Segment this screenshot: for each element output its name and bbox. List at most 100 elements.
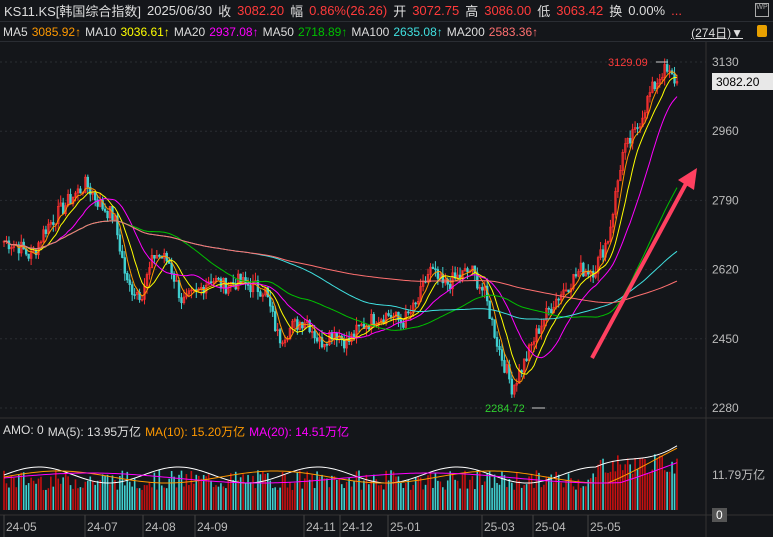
candle-body bbox=[44, 229, 48, 234]
volume-bar bbox=[503, 475, 506, 510]
volume-bar bbox=[456, 480, 459, 510]
volume-bar bbox=[237, 480, 239, 510]
amo-zero-label: 0 bbox=[712, 508, 727, 522]
month-label: 24-08 bbox=[145, 520, 176, 534]
candle-body bbox=[170, 263, 173, 274]
volume-bar bbox=[59, 483, 62, 510]
volume-bar bbox=[67, 476, 69, 510]
volume-bar bbox=[37, 478, 40, 510]
volume-bar bbox=[318, 476, 321, 510]
volume-bar bbox=[296, 472, 299, 510]
volume-bar bbox=[385, 470, 387, 510]
candle-body bbox=[52, 222, 55, 225]
volume-bar bbox=[629, 464, 631, 510]
volume-bar bbox=[540, 487, 543, 510]
price-axis-label: 2790 bbox=[712, 193, 739, 207]
volume-bar bbox=[496, 482, 498, 510]
candle-body bbox=[106, 210, 109, 219]
volume-bar bbox=[444, 489, 447, 510]
volume-bar bbox=[666, 471, 668, 510]
volume-bar bbox=[602, 458, 604, 510]
volume-bar bbox=[476, 470, 479, 510]
candle-body bbox=[123, 257, 126, 274]
month-label: 24-05 bbox=[6, 520, 37, 534]
volume-bar bbox=[183, 486, 185, 510]
volume-bar bbox=[370, 480, 373, 510]
candle-body bbox=[357, 324, 361, 327]
volume-bar bbox=[217, 486, 220, 510]
candle-body bbox=[315, 337, 319, 342]
volume-bar bbox=[13, 477, 15, 510]
volume-bar bbox=[266, 473, 269, 510]
volume-bar bbox=[40, 476, 42, 510]
volume-bar bbox=[42, 489, 45, 510]
volume-bar bbox=[390, 470, 392, 510]
amo-legend: AMO: 0 MA(5): 13.95万亿 MA(10): 15.20万亿 MA… bbox=[3, 423, 349, 440]
volume-bar bbox=[587, 479, 590, 510]
volume-bar bbox=[525, 484, 528, 510]
candle-body bbox=[153, 254, 156, 259]
volume-bar bbox=[333, 476, 336, 510]
price-axis-label: 2620 bbox=[712, 263, 739, 277]
volume-bar bbox=[437, 480, 439, 510]
volume-bar bbox=[276, 489, 279, 510]
candle-body bbox=[325, 343, 329, 346]
kline-chart[interactable]: 3130 2960 2790 2620 2450 2280 3129.09 2284.72 30… bbox=[0, 0, 773, 537]
candle-body bbox=[525, 358, 528, 361]
volume-bar bbox=[178, 474, 180, 510]
candle-body bbox=[557, 298, 560, 301]
max-price-label: 3129.09 bbox=[608, 57, 648, 69]
volume-bar bbox=[464, 470, 466, 510]
candle-body bbox=[495, 337, 499, 347]
candle-body bbox=[301, 322, 304, 329]
candle-body bbox=[118, 234, 122, 252]
volume-bar bbox=[22, 472, 25, 510]
volume-bar bbox=[626, 458, 629, 510]
volume-bar bbox=[508, 479, 511, 510]
candle-body bbox=[27, 253, 30, 259]
volume-bar bbox=[200, 478, 203, 510]
volume-bar bbox=[87, 480, 89, 510]
amo-label: AMO: 0 bbox=[3, 423, 44, 437]
volume-bar bbox=[646, 473, 649, 510]
volume-bar bbox=[156, 489, 158, 510]
volume-bar bbox=[350, 486, 353, 510]
volume-bar bbox=[210, 480, 212, 510]
volume-bar bbox=[434, 473, 437, 510]
volume-bar bbox=[106, 474, 109, 510]
volume-bar bbox=[442, 487, 444, 510]
volume-bar bbox=[247, 474, 249, 510]
volume-bar bbox=[612, 460, 614, 510]
volume-bar bbox=[222, 486, 225, 510]
volume-bar bbox=[545, 477, 548, 510]
volume-bar bbox=[205, 476, 207, 510]
volume-bar bbox=[486, 473, 488, 510]
volume-bar bbox=[405, 482, 407, 510]
candle-body bbox=[481, 287, 484, 291]
candle-body bbox=[466, 268, 469, 272]
volume-bar bbox=[96, 480, 99, 510]
volume-bar bbox=[459, 488, 461, 510]
volume-bar bbox=[624, 464, 627, 510]
month-label: 25-01 bbox=[390, 520, 421, 534]
volume-bar bbox=[109, 484, 111, 510]
volume-bar bbox=[77, 488, 79, 510]
volume-bar bbox=[138, 488, 141, 510]
volume-bar bbox=[432, 487, 434, 510]
volume-bar bbox=[535, 470, 538, 510]
volume-bar bbox=[380, 484, 382, 510]
volume-bar bbox=[599, 459, 602, 510]
volume-bar bbox=[474, 489, 476, 510]
candle-body bbox=[121, 250, 124, 258]
volume-bar bbox=[170, 471, 173, 510]
candle-body bbox=[436, 269, 440, 279]
volume-bar bbox=[565, 480, 567, 510]
volume-bar bbox=[604, 472, 607, 510]
month-label: 25-05 bbox=[590, 520, 621, 534]
volume-bar bbox=[326, 478, 328, 510]
candle-body bbox=[414, 302, 417, 305]
volume-bar bbox=[469, 479, 471, 510]
volume-bar bbox=[153, 472, 156, 510]
volume-bar bbox=[136, 488, 138, 510]
candle-body bbox=[158, 255, 161, 257]
